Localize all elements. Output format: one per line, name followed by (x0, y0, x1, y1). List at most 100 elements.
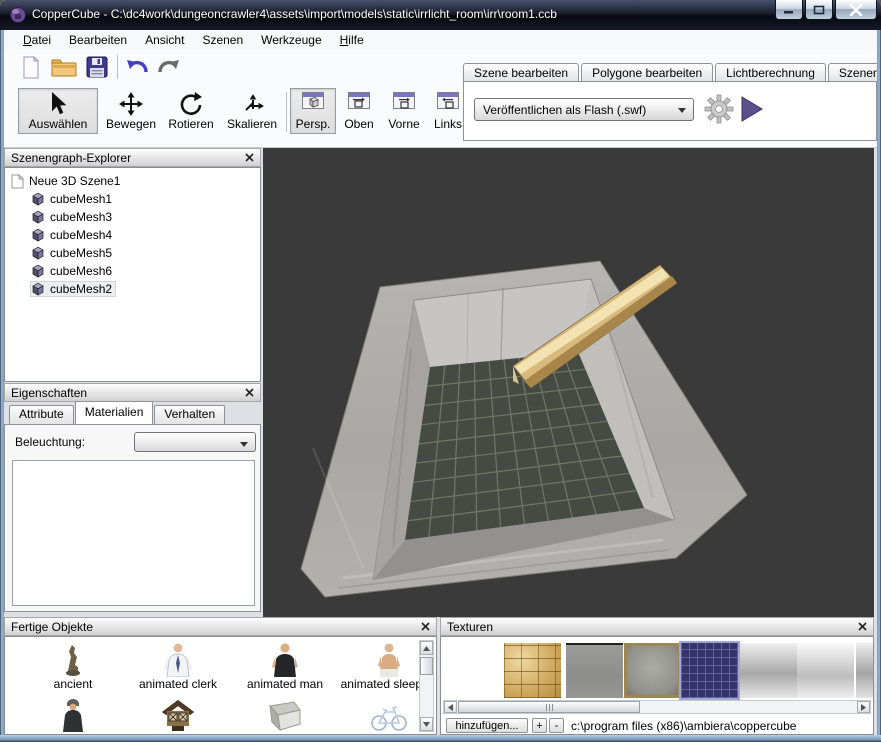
close-panel-icon[interactable] (421, 622, 430, 631)
object-item-chair[interactable] (235, 696, 335, 732)
tree-item-label: Neue 3D Szene1 (29, 174, 120, 188)
texture-thumb-gold-stone[interactable] (504, 643, 561, 698)
scroll-down-button[interactable] (420, 717, 433, 731)
scroll-right-button[interactable] (857, 701, 870, 713)
redo-button[interactable] (155, 54, 183, 80)
lighting-select[interactable] (134, 432, 256, 452)
object-item-animated-man[interactable]: animated man (235, 641, 335, 691)
tab-polygone-bearbeiten[interactable]: Polygone bearbeiten (581, 63, 713, 82)
tab-lichtberechnung[interactable]: Lichtberechnung (715, 63, 826, 82)
menu-werkzeuge[interactable]: Werkzeuge (252, 31, 330, 49)
save-button[interactable] (84, 54, 110, 80)
menu-szenen[interactable]: Szenen (193, 31, 252, 49)
objects-panel-title: Fertige Objekte (11, 620, 421, 634)
view-links-button[interactable]: Links (428, 88, 468, 134)
objects-panel-body: ancient animated clerk animated man (4, 636, 437, 735)
cube-mesh-icon (31, 282, 45, 296)
tree-item-cubemesh6[interactable]: cubeMesh6 (5, 262, 260, 280)
select-tool-button[interactable]: Auswählen (18, 88, 98, 134)
arrow-down-icon (423, 722, 430, 727)
texture-thumb-partial[interactable] (856, 643, 873, 698)
texture-minus-button[interactable]: - (549, 718, 564, 733)
view-vorne-button[interactable]: Vorne (382, 88, 426, 134)
scale-tool-button[interactable]: Skalieren (221, 88, 283, 134)
texture-plus-button[interactable]: + (532, 718, 547, 733)
object-item-animated-sleepwalker[interactable]: animated sleepwa (339, 641, 419, 691)
close-panel-icon[interactable] (858, 622, 867, 631)
texture-thumb-cloud[interactable] (740, 643, 797, 698)
texture-thumb-concrete[interactable] (566, 643, 623, 698)
menu-hilfe[interactable]: Hilfe (331, 31, 373, 49)
objects-vertical-scrollbar[interactable] (419, 640, 434, 732)
object-item-ancient[interactable]: ancient (23, 641, 123, 691)
open-file-button[interactable] (50, 54, 78, 80)
add-texture-button[interactable]: hinzufügen... (446, 718, 528, 733)
tab-attribute[interactable]: Attribute (9, 405, 74, 424)
publish-target-value: Veröffentlichen als Flash (.swf) (483, 103, 646, 117)
scroll-thumb[interactable] (420, 657, 433, 675)
tab-szene-bearbeiten[interactable]: Szene bearbeiten (463, 63, 579, 82)
textures-panel-title: Texturen (447, 620, 858, 634)
cursor-icon (48, 92, 68, 116)
maximize-icon (813, 5, 825, 15)
scroll-thumb[interactable] (458, 701, 640, 713)
tab-verhalten[interactable]: Verhalten (154, 405, 225, 424)
view-oben-button[interactable]: Oben (338, 88, 380, 134)
publish-settings-gear-icon[interactable] (704, 94, 734, 124)
coppercube-logo-icon (9, 6, 27, 24)
texture-thumb-blue-grid-selected[interactable] (681, 643, 738, 698)
texture-thumb-cloud[interactable] (797, 643, 854, 698)
undo-button[interactable] (123, 54, 151, 80)
toolbar-separator (117, 55, 118, 79)
objects-grid: ancient animated clerk animated man (9, 641, 419, 736)
object-label: ancient (23, 677, 123, 691)
new-file-icon (21, 56, 41, 79)
3d-viewport[interactable] (263, 148, 874, 617)
tree-item-cubemesh4[interactable]: cubeMesh4 (5, 226, 260, 244)
perspective-view-icon (302, 92, 324, 109)
move-icon (119, 92, 143, 116)
open-folder-icon (51, 57, 77, 78)
menu-datei[interactable]: Datei (14, 31, 60, 49)
object-item-house[interactable] (128, 696, 228, 732)
tab-materialien[interactable]: Materialien (75, 401, 154, 424)
scroll-left-button[interactable] (444, 701, 457, 713)
publish-target-select[interactable]: Veröffentlichen als Flash (.swf) (474, 98, 694, 121)
materials-list[interactable] (12, 460, 255, 606)
close-panel-icon[interactable] (245, 388, 254, 397)
scenegraph-tree[interactable]: Neue 3D Szene1 cubeMesh1 cubeMesh3 cubeM… (4, 167, 261, 382)
move-tool-button[interactable]: Bewegen (101, 88, 161, 134)
tree-item-cubemesh2-selected[interactable]: cubeMesh2 (5, 280, 260, 298)
tab-szenen[interactable]: Szenen (828, 63, 881, 82)
minimize-button[interactable] (775, 0, 803, 20)
object-item-soldier[interactable] (23, 696, 123, 732)
textures-horizontal-scrollbar[interactable] (443, 700, 871, 714)
object-label: animated clerk (128, 677, 228, 691)
redo-icon (157, 56, 181, 78)
object-item-bicycle[interactable] (339, 696, 419, 732)
texture-thumb-rusty-plate[interactable] (624, 643, 681, 698)
object-item-animated-clerk[interactable]: animated clerk (128, 641, 228, 691)
maximize-button[interactable] (805, 0, 833, 20)
object-label: animated sleepwa (339, 677, 419, 691)
scroll-up-button[interactable] (420, 641, 433, 655)
menu-bearbeiten[interactable]: Bearbeiten (60, 31, 136, 49)
window-border-bottom (0, 735, 881, 742)
window-title: CopperCube - C:\dc4work\dungeoncrawler4\… (32, 7, 557, 21)
rotate-tool-button[interactable]: Rotieren (162, 88, 220, 134)
new-file-button[interactable] (18, 54, 44, 80)
cube-mesh-icon (31, 264, 45, 278)
tree-item-cubemesh1[interactable]: cubeMesh1 (5, 190, 260, 208)
tool-label: Bewegen (106, 117, 156, 131)
close-panel-icon[interactable] (245, 153, 254, 162)
save-floppy-icon (86, 56, 108, 78)
tree-item-scene-root[interactable]: Neue 3D Szene1 (5, 172, 260, 190)
tree-item-cubemesh5[interactable]: cubeMesh5 (5, 244, 260, 262)
view-persp-button[interactable]: Persp. (290, 88, 336, 134)
play-button[interactable] (740, 96, 764, 122)
menu-ansicht[interactable]: Ansicht (136, 31, 193, 49)
close-button[interactable] (835, 0, 877, 20)
arrow-up-icon (423, 646, 430, 651)
tree-item-cubemesh3[interactable]: cubeMesh3 (5, 208, 260, 226)
view-label: Oben (344, 117, 373, 131)
